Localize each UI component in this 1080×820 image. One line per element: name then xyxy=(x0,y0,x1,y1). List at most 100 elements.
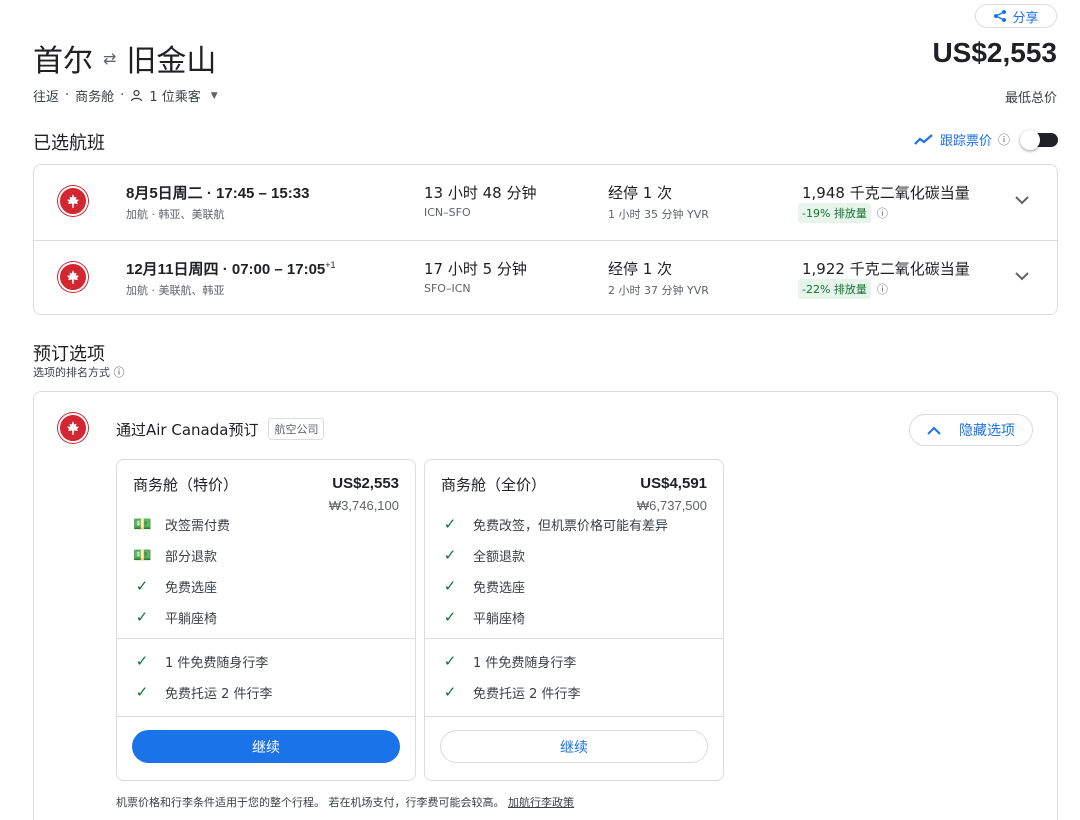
emissions-diff-badge: -19% 排放量 xyxy=(798,203,871,223)
track-prices-toggle[interactable] xyxy=(1020,129,1058,150)
booking-provider: 通过Air Canada预订 航空公司 xyxy=(116,418,325,440)
flight-stops: 经停 1 次 xyxy=(608,184,673,202)
fare-name: 商务舱（全价） xyxy=(441,476,547,494)
baggage-policy-link[interactable]: 加航行李政策 xyxy=(508,796,574,809)
bag-feature: ✓ 免费托运 2 件行李 xyxy=(133,682,273,702)
divider xyxy=(117,716,415,717)
air-canada-logo-icon xyxy=(57,261,89,293)
continue-button-saver[interactable]: 继续 xyxy=(132,730,400,763)
booking-options-title: 预订选项 xyxy=(33,344,105,365)
emissions-diff-row: -22% 排放量 ⓘ xyxy=(798,279,888,299)
booking-via-label: 通过Air Canada预订 xyxy=(116,420,259,439)
next-day-marker: +1 xyxy=(325,260,336,270)
check-icon: ✓ xyxy=(135,608,149,626)
flight-route: SFO–ICN xyxy=(424,282,471,295)
fare-feature: ✓ 全额退款 xyxy=(441,545,525,565)
air-canada-logo-icon xyxy=(57,185,89,217)
divider xyxy=(425,716,723,717)
cabin-class: 商务舱 xyxy=(75,90,115,105)
hide-options-label: 隐藏选项 xyxy=(959,423,1015,439)
continue-button-flex[interactable]: 继续 xyxy=(440,730,708,763)
info-icon: ⓘ xyxy=(113,366,125,379)
share-button[interactable]: 分享 xyxy=(975,4,1057,28)
flight-emissions: 1,948 千克二氧化碳当量 xyxy=(802,184,970,202)
origin-city: 首尔 xyxy=(33,44,93,79)
ranking-info[interactable]: 选项的排名方式 ⓘ xyxy=(33,364,125,380)
track-prices[interactable]: 跟踪票价 ⓘ xyxy=(914,129,1058,150)
fare-feature: 💵 部分退款 xyxy=(133,545,217,565)
info-icon[interactable]: ⓘ xyxy=(877,205,888,221)
share-icon xyxy=(994,10,1007,22)
meta-separator: · xyxy=(65,88,70,103)
fare-card-saver: 商务舱（特价） US$2,553 ₩3,746,100 💵 改签需付费 💵 部分退款… xyxy=(116,459,416,781)
flight-datetime-text: 12月11日周四 · 07:00 – 17:05 xyxy=(126,261,326,278)
flight-airlines: 加航 · 美联航、韩亚 xyxy=(126,284,225,297)
chevron-up-icon xyxy=(927,426,941,435)
fare-price-krw: ₩6,737,500 xyxy=(636,498,707,513)
baggage-note: 机票价格和行李条件适用于您的整个行程。 若在机场支付，行李费可能会较高。 加航行… xyxy=(116,794,574,810)
expand-chevron-icon[interactable] xyxy=(1015,269,1029,285)
passengers-dropdown[interactable]: 1 位乘客 ▼ xyxy=(130,86,218,105)
fare-feature-text: 平躺座椅 xyxy=(165,611,218,627)
check-icon: ✓ xyxy=(443,577,457,595)
bag-feature: ✓ 免费托运 2 件行李 xyxy=(441,682,581,702)
flight-stops: 经停 1 次 xyxy=(608,260,673,278)
fare-feature: ✓ 平躺座椅 xyxy=(441,607,525,627)
bag-feature: ✓ 1 件免费随身行李 xyxy=(441,651,577,671)
hide-options-button[interactable]: 隐藏选项 xyxy=(909,414,1033,446)
track-prices-label: 跟踪票价 xyxy=(939,134,992,149)
info-icon[interactable]: ⓘ xyxy=(877,281,888,297)
fare-price: US$2,553 xyxy=(332,475,399,492)
fare-feature-text: 改签需付费 xyxy=(165,518,231,534)
check-icon: ✓ xyxy=(443,515,457,533)
fare-feature-text: 免费选座 xyxy=(165,580,218,596)
flight-layover: 1 小时 35 分钟 YVR xyxy=(608,208,709,221)
emissions-diff-row: -19% 排放量 ⓘ xyxy=(798,203,888,223)
fare-feature-text: 全额退款 xyxy=(473,549,526,565)
fare-feature-text: 免费选座 xyxy=(473,580,526,596)
ranking-label: 选项的排名方式 xyxy=(33,366,110,379)
check-icon: ✓ xyxy=(443,546,457,564)
fare-feature: ✓ 免费选座 xyxy=(441,576,525,596)
destination-city: 旧金山 xyxy=(126,44,217,79)
flight-row-outbound[interactable]: 8月5日周二 · 17:45 – 15:33 加航 · 韩亚、美联航 13 小时… xyxy=(34,165,1057,240)
fare-feature-text: 免费改签，但机票价格可能有差异 xyxy=(473,518,669,534)
flight-emissions: 1,922 千克二氧化碳当量 xyxy=(802,260,970,278)
fare-price: US$4,591 xyxy=(640,475,707,492)
flight-datetime: 8月5日周二 · 17:45 – 15:33 xyxy=(126,185,310,202)
fare-feature: ✓ 平躺座椅 xyxy=(133,607,217,627)
meta-separator: · xyxy=(120,88,125,103)
fare-feature: 💵 改签需付费 xyxy=(133,514,230,534)
selected-flights-title: 已选航班 xyxy=(33,133,105,154)
fare-feature-text: 部分退款 xyxy=(165,549,218,565)
flight-airlines: 加航 · 韩亚、美联航 xyxy=(126,208,225,221)
trip-type: 往返 xyxy=(33,90,60,105)
check-icon: ✓ xyxy=(135,683,149,701)
person-icon xyxy=(131,89,143,102)
expand-chevron-icon[interactable] xyxy=(1015,193,1029,209)
info-icon[interactable]: ⓘ xyxy=(998,131,1010,148)
bag-feature-text: 免费托运 2 件行李 xyxy=(473,686,581,702)
check-icon: ✓ xyxy=(135,577,149,595)
bag-feature-text: 免费托运 2 件行李 xyxy=(165,686,273,702)
fare-price-krw: ₩3,746,100 xyxy=(328,498,399,513)
airline-tag: 航空公司 xyxy=(268,418,325,440)
flight-duration: 17 小时 5 分钟 xyxy=(424,260,527,278)
fare-card-flex: 商务舱（全价） US$4,591 ₩6,737,500 ✓ 免费改签，但机票价格可… xyxy=(424,459,724,781)
flight-datetime: 12月11日周四 · 07:00 – 17:05+1 xyxy=(126,258,336,279)
check-icon: ✓ xyxy=(135,652,149,670)
bag-feature-text: 1 件免费随身行李 xyxy=(165,655,269,671)
fare-feature-text: 平躺座椅 xyxy=(473,611,526,627)
check-icon: ✓ xyxy=(443,608,457,626)
round-trip-icon: ⇄ xyxy=(103,48,117,68)
fee-icon: 💵 xyxy=(133,515,152,533)
check-icon: ✓ xyxy=(443,652,457,670)
fare-feature: ✓ 免费改签，但机票价格可能有差异 xyxy=(441,514,668,534)
caret-down-icon: ▼ xyxy=(210,90,218,101)
divider xyxy=(425,638,723,639)
lowest-total-label: 最低总价 xyxy=(1004,91,1057,106)
bag-feature: ✓ 1 件免费随身行李 xyxy=(133,651,269,671)
flight-row-return[interactable]: 12月11日周四 · 07:00 – 17:05+1 加航 · 美联航、韩亚 1… xyxy=(34,240,1057,315)
bag-feature-text: 1 件免费随身行李 xyxy=(473,655,577,671)
trip-meta: 往返 · 商务舱 · 1 位乘客 ▼ xyxy=(33,86,218,105)
